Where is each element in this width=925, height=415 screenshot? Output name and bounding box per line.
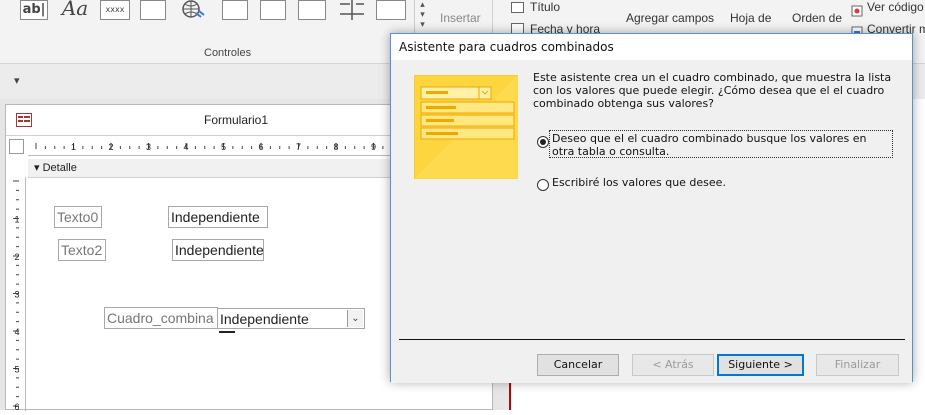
option-group-control-icon[interactable] [298,0,326,20]
cancel-button[interactable]: Cancelar [537,354,619,376]
dropdown-arrow-icon[interactable]: ▾ [14,74,20,87]
page-break-icon[interactable] [338,0,366,22]
ruler-label: 7 [296,142,301,152]
ruler-label: 5 [221,142,226,152]
ver-codigo-button[interactable]: Ver código [867,0,924,14]
ruler-label: 4 [183,142,188,152]
view-code-icon [851,2,863,17]
ruler-label: 1 [71,142,76,152]
dialog-separator [399,339,905,340]
wizard-dialog: Asistente para cuadros combinados Este a… [390,33,913,383]
button-control-icon[interactable]: xxxx [100,0,130,20]
combo-box-control-icon[interactable] [376,0,406,20]
dialog-body: Este asistente crea un el cuadro combina… [391,60,912,383]
tab-control-icon[interactable] [140,0,166,20]
texto0-field[interactable]: Independiente [168,206,268,228]
navigation-control-icon[interactable] [260,0,286,20]
option1-radio[interactable] [537,136,549,148]
hoja-propiedades-button[interactable]: Hoja de [730,11,771,25]
combo-box[interactable]: Independiente ⌄ [217,308,365,329]
texto2-field[interactable]: Independiente [172,239,264,261]
ruler-label: 2 [108,142,113,152]
option2-label[interactable]: Escribiré los valores que desee. [552,176,852,190]
hyperlink-control-icon[interactable] [178,0,212,20]
ruler-label: 9 [371,142,376,152]
ruler-label: 1 [14,215,19,225]
agregar-campos-button[interactable]: Agregar campos [626,11,714,25]
ruler-label: 3 [146,142,151,152]
option2-radio[interactable] [537,179,549,191]
wizard-description: Este asistente crea un el cuadro combina… [533,71,892,110]
option1-label[interactable]: Deseo que el el cuadro combinado busque … [552,132,892,158]
orden-tabulacion-button[interactable]: Orden de [792,11,842,25]
texto0-label[interactable]: Texto0 [54,206,102,228]
wizard-illustration-icon [413,74,519,180]
combo-dropdown-icon[interactable]: ⌄ [347,310,363,327]
back-button[interactable]: < Atrás [632,354,714,376]
radio-dot [540,139,546,145]
web-browser-control-icon[interactable] [222,0,248,20]
controls-group-label: Controles [204,47,252,59]
ruler-label: 3 [14,290,19,300]
texto2-label[interactable]: Texto2 [58,239,106,261]
form-selector[interactable] [9,139,24,154]
insert-image-label[interactable]: Insertar [440,11,481,25]
combo-underline [219,331,235,333]
dialog-title: Asistente para cuadros combinados [399,40,614,54]
next-button[interactable]: Siguiente > [717,354,804,376]
combo-value: Independiente [220,311,309,327]
section-arrow-icon: ▾ [34,162,40,174]
label-control-icon[interactable]: Aa [58,0,92,20]
textbox-control-icon[interactable]: ab| [20,0,48,20]
vertical-ruler: 123456 [9,177,26,412]
finish-button[interactable]: Finalizar [816,354,899,376]
title-icon [511,2,524,13]
titulo-button[interactable]: Título [530,0,560,14]
ruler-label: 6 [258,142,263,152]
ruler-label: 4 [14,327,19,337]
ruler-label: 2 [14,252,19,262]
ruler-label: 5 [14,365,19,375]
ruler-label: 8 [333,142,338,152]
section-label: Detalle [42,162,77,174]
combo-label[interactable]: Cuadro_combina [104,307,218,329]
